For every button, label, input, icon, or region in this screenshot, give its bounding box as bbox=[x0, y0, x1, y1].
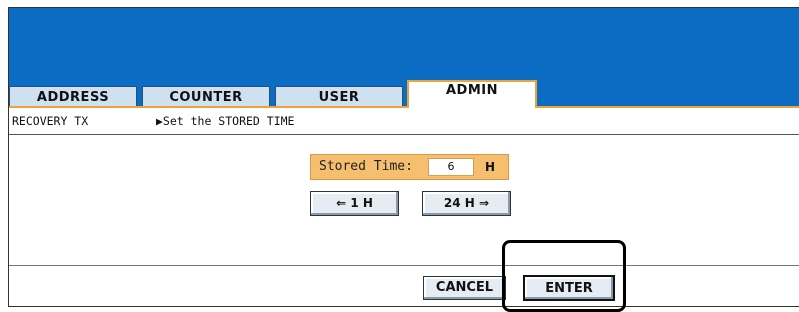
enter-button[interactable]: ENTER bbox=[523, 275, 615, 301]
copier-panel-screen: ADDRESS COUNTER USER ADMIN RECOVERY TX ▶… bbox=[8, 7, 799, 307]
stored-time-unit: H bbox=[485, 160, 496, 174]
stored-time-value: 6 bbox=[428, 158, 474, 176]
increase-24h-button[interactable]: 24 H ⇒ bbox=[422, 191, 511, 216]
divider-bottom bbox=[9, 265, 799, 266]
stored-time-label: Stored Time: bbox=[319, 159, 413, 174]
stored-time-panel: Stored Time: 6 H bbox=[310, 154, 509, 180]
menu-title: RECOVERY TX bbox=[12, 114, 89, 128]
tab-underline bbox=[9, 106, 799, 108]
tab-admin[interactable]: ADMIN bbox=[407, 80, 537, 108]
cancel-button[interactable]: CANCEL bbox=[423, 276, 506, 300]
tab-bar: ADDRESS COUNTER USER ADMIN bbox=[9, 80, 799, 108]
tab-counter[interactable]: COUNTER bbox=[142, 86, 270, 106]
tab-address[interactable]: ADDRESS bbox=[9, 86, 137, 106]
decrease-1h-button[interactable]: ⇐ 1 H bbox=[310, 191, 399, 216]
divider-top bbox=[9, 134, 799, 135]
tab-user[interactable]: USER bbox=[275, 86, 403, 106]
instruction-text: ▶Set the STORED TIME bbox=[156, 114, 295, 128]
